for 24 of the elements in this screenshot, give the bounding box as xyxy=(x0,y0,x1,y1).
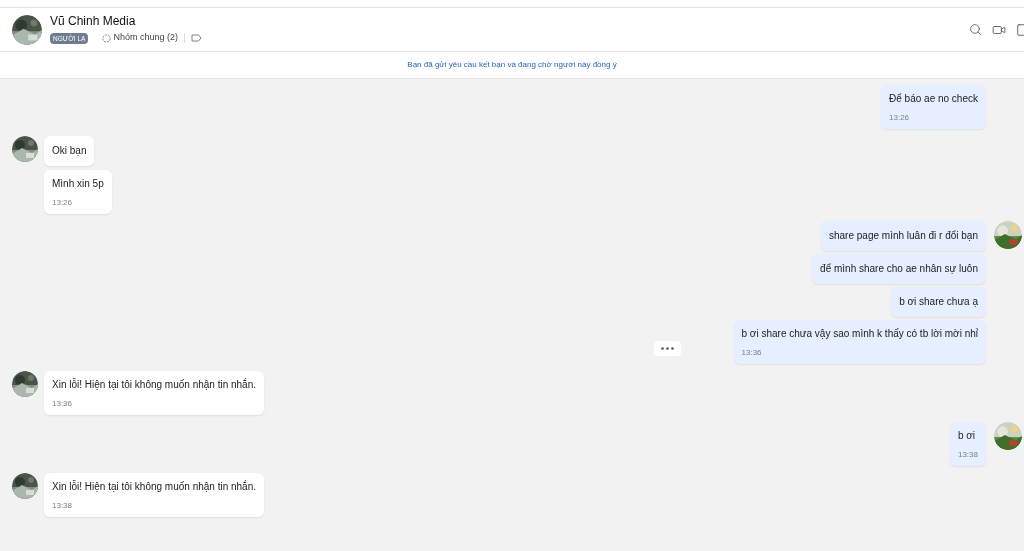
message-text: Mình xin 5p xyxy=(52,177,104,191)
message-time: 13:26 xyxy=(889,112,911,124)
message-text: Oki bạn xyxy=(52,144,87,158)
search-icon[interactable] xyxy=(969,23,982,36)
more-icon xyxy=(660,347,674,350)
message-text: b ơi xyxy=(957,429,977,443)
message-time: 13:38 xyxy=(52,500,74,512)
message-text: b ơi share chưa ạ xyxy=(899,295,978,309)
common-groups-link[interactable]: Nhóm chung (2) xyxy=(113,31,178,45)
message-text: b ơi share chưa vậy sao mình k thấy có tb lời mời nhỉ xyxy=(741,327,978,341)
group-icon xyxy=(102,33,112,43)
message-text: share page mình luân đi r đổi bạn xyxy=(829,229,978,243)
message-time: 13:38 xyxy=(957,449,978,461)
message-time: 13:36 xyxy=(52,398,74,410)
message-time: 13:36 xyxy=(741,347,763,359)
contact-name: Vũ Chinh Media xyxy=(50,14,137,30)
message-text: để mình share cho ae nhân sự luôn xyxy=(820,262,978,276)
more-button[interactable] xyxy=(653,341,681,356)
message-time: 13:26 xyxy=(52,197,74,209)
message-text: Xin lỗi! Hiện tại tôi không muốn nhận tin nhắn. xyxy=(52,480,257,494)
friend-request-notice: Bạn đã gửi yêu cầu kết bạn và đang chờ người này đồng ý xyxy=(407,59,617,71)
label-icon[interactable] xyxy=(190,34,202,42)
message-text: Để báo ae no check xyxy=(889,92,978,106)
message-text: Xin lỗi! Hiện tại tôi không muốn nhận tin nhắn. xyxy=(52,378,257,392)
